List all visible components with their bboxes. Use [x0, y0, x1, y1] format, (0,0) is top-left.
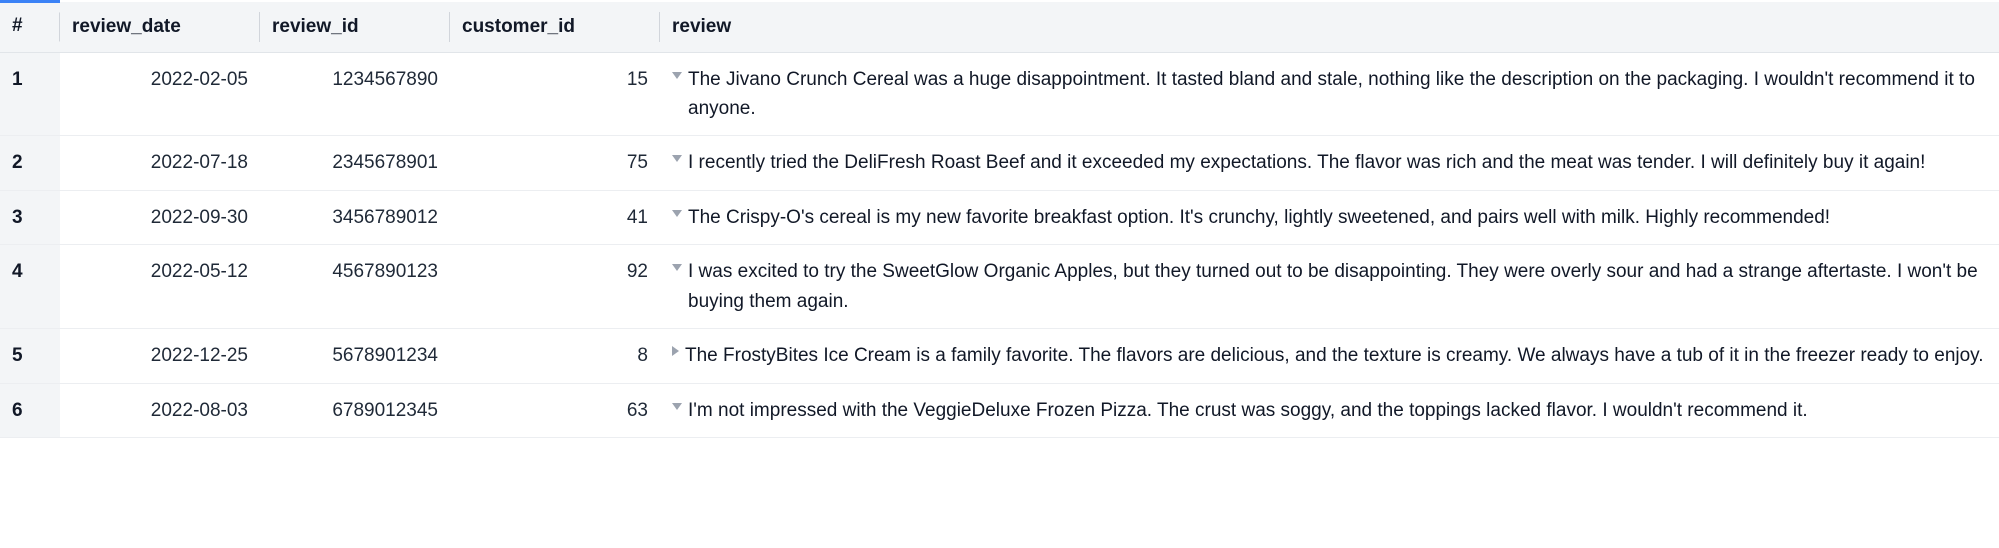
chevron-right-icon[interactable]: [672, 346, 679, 356]
review-text: I was excited to try the SweetGlow Organ…: [688, 257, 1987, 316]
cell-review: I recently tried the DeliFresh Roast Bee…: [660, 136, 1999, 190]
cell-review-date: 2022-02-05: [60, 52, 260, 136]
cell-customer-id: 92: [450, 245, 660, 329]
table-row[interactable]: 52022-12-2556789012348 The FrostyBites Ic…: [0, 329, 1999, 383]
cell-review: The FrostyBites Ice Cream is a family fa…: [660, 329, 1999, 383]
cell-customer-id: 75: [450, 136, 660, 190]
column-header-review-date[interactable]: review_date: [60, 2, 260, 53]
review-text: I'm not impressed with the VeggieDeluxe …: [688, 396, 1987, 425]
cell-review-date: 2022-07-18: [60, 136, 260, 190]
chevron-down-icon[interactable]: [672, 210, 682, 217]
review-text: The Jivano Crunch Cereal was a huge disa…: [688, 65, 1987, 124]
table-body: 12022-02-05123456789015 The Jivano Crunch…: [0, 52, 1999, 438]
cell-review-id: 3456789012: [260, 190, 450, 244]
review-text: I recently tried the DeliFresh Roast Bee…: [688, 148, 1987, 177]
row-index: 6: [0, 383, 60, 437]
table-row[interactable]: 12022-02-05123456789015 The Jivano Crunch…: [0, 52, 1999, 136]
table-row[interactable]: 22022-07-18234567890175 I recently tried …: [0, 136, 1999, 190]
cell-review: I'm not impressed with the VeggieDeluxe …: [660, 383, 1999, 437]
cell-review-date: 2022-08-03: [60, 383, 260, 437]
cell-customer-id: 63: [450, 383, 660, 437]
cell-customer-id: 41: [450, 190, 660, 244]
chevron-down-icon[interactable]: [672, 72, 682, 79]
cell-review: I was excited to try the SweetGlow Organ…: [660, 245, 1999, 329]
row-index: 5: [0, 329, 60, 383]
cell-review-id: 4567890123: [260, 245, 450, 329]
column-header-review-id[interactable]: review_id: [260, 2, 450, 53]
cell-review-date: 2022-09-30: [60, 190, 260, 244]
table-row[interactable]: 32022-09-30345678901241 The Crispy-O's ce…: [0, 190, 1999, 244]
reviews-table: # review_date review_id customer_id revi…: [0, 0, 1999, 438]
chevron-down-icon[interactable]: [672, 403, 682, 410]
column-header-index[interactable]: #: [0, 2, 60, 53]
review-text: The FrostyBites Ice Cream is a family fa…: [685, 341, 1987, 370]
cell-review-id: 5678901234: [260, 329, 450, 383]
review-text: The Crispy-O's cereal is my new favorite…: [688, 203, 1987, 232]
column-header-review[interactable]: review: [660, 2, 1999, 53]
column-header-customer-id[interactable]: customer_id: [450, 2, 660, 53]
row-index: 4: [0, 245, 60, 329]
row-index: 3: [0, 190, 60, 244]
cell-review-id: 1234567890: [260, 52, 450, 136]
cell-review-id: 2345678901: [260, 136, 450, 190]
table-row[interactable]: 62022-08-03678901234563 I'm not impressed…: [0, 383, 1999, 437]
cell-review-date: 2022-05-12: [60, 245, 260, 329]
chevron-down-icon[interactable]: [672, 264, 682, 271]
row-index: 2: [0, 136, 60, 190]
cell-review: The Jivano Crunch Cereal was a huge disa…: [660, 52, 1999, 136]
cell-review: The Crispy-O's cereal is my new favorite…: [660, 190, 1999, 244]
chevron-down-icon[interactable]: [672, 155, 682, 162]
cell-review-id: 6789012345: [260, 383, 450, 437]
cell-customer-id: 15: [450, 52, 660, 136]
cell-review-date: 2022-12-25: [60, 329, 260, 383]
table-header: # review_date review_id customer_id revi…: [0, 2, 1999, 53]
cell-customer-id: 8: [450, 329, 660, 383]
table-row[interactable]: 42022-05-12456789012392 I was excited to …: [0, 245, 1999, 329]
row-index: 1: [0, 52, 60, 136]
